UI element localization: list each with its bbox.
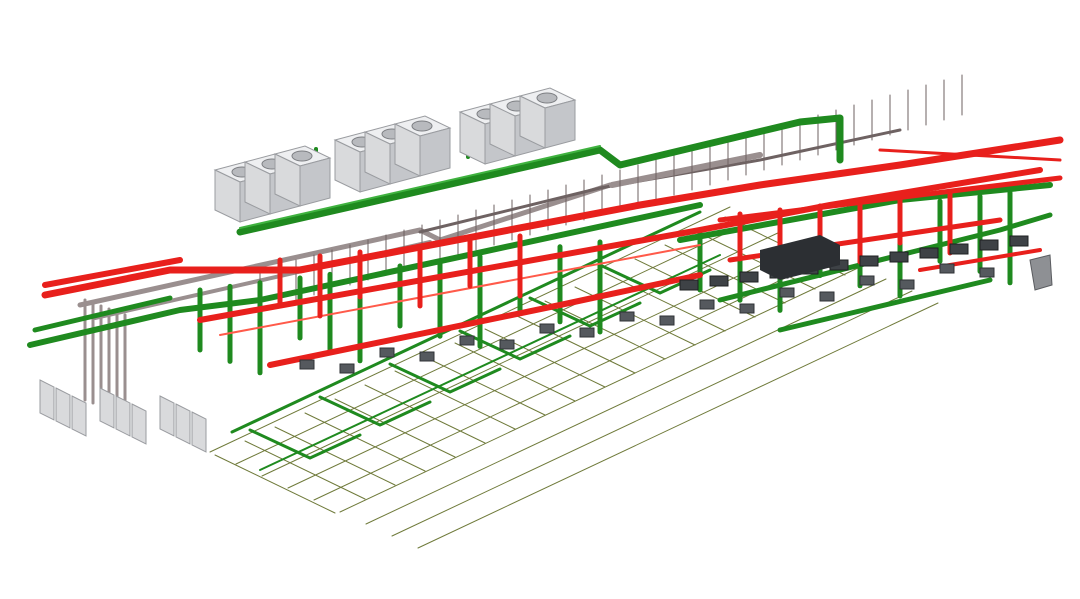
fan-icon	[536, 92, 558, 104]
electrical-panel	[131, 403, 147, 445]
pump-unit[interactable]	[579, 327, 595, 338]
chiller-unit[interactable]	[679, 279, 699, 291]
electrical-panel	[71, 395, 87, 437]
electrical-panel	[191, 411, 207, 453]
floor-green-branch	[248, 428, 362, 460]
tower-side	[544, 99, 576, 149]
pump-unit[interactable]	[539, 323, 555, 334]
chiller-unit[interactable]	[1009, 235, 1029, 247]
pump-unit[interactable]	[379, 347, 395, 358]
pump-unit[interactable]	[659, 315, 675, 326]
cooling-tower[interactable]	[273, 145, 332, 207]
pump-unit[interactable]	[819, 291, 835, 302]
hot-main	[267, 272, 703, 368]
floor-green-branch	[458, 329, 572, 361]
chiller-unit[interactable]	[979, 239, 999, 251]
pump-unit[interactable]	[979, 267, 995, 278]
pump-unit[interactable]	[339, 363, 355, 374]
cooling-tower[interactable]	[393, 115, 452, 177]
electrical-panel	[39, 379, 55, 421]
pump-unit[interactable]	[619, 311, 635, 322]
chiller-unit[interactable]	[709, 275, 729, 287]
floor-green-branch	[388, 362, 502, 394]
pump-unit[interactable]	[299, 359, 315, 370]
pump-unit[interactable]	[699, 299, 715, 310]
expansion-tank[interactable]	[1029, 254, 1053, 291]
cooling-tower[interactable]	[518, 87, 577, 149]
chiller-unit[interactable]	[889, 251, 909, 263]
pump-unit[interactable]	[939, 263, 955, 274]
fan-icon	[291, 150, 313, 162]
electrical-panel	[99, 387, 115, 429]
electrical-panel	[159, 395, 175, 437]
electrical-panel	[175, 403, 191, 445]
left-equipment-banks	[39, 379, 207, 453]
electrical-panel	[55, 387, 71, 429]
floor-branch-line	[391, 290, 913, 537]
electrical-panel	[115, 395, 131, 437]
chiller-unit[interactable]	[949, 243, 969, 255]
pump-unit[interactable]	[899, 279, 915, 290]
pump-unit[interactable]	[779, 287, 795, 298]
chiller-unit[interactable]	[919, 247, 939, 259]
chiller-unit[interactable]	[739, 271, 759, 283]
floor-branch-line	[417, 302, 939, 549]
model-viewport[interactable]	[0, 0, 1080, 599]
tower-side	[299, 157, 331, 207]
cooling-towers	[213, 87, 577, 223]
tower-side	[419, 127, 451, 177]
pump-unit[interactable]	[859, 275, 875, 286]
pump-unit[interactable]	[739, 303, 755, 314]
pump-unit[interactable]	[459, 335, 475, 346]
piping-model	[27, 74, 1064, 549]
chiller-unit[interactable]	[859, 255, 879, 267]
floor-green-branch	[318, 395, 432, 427]
pump-unit[interactable]	[499, 339, 515, 350]
pump-unit[interactable]	[419, 351, 435, 362]
fan-icon	[411, 120, 433, 132]
